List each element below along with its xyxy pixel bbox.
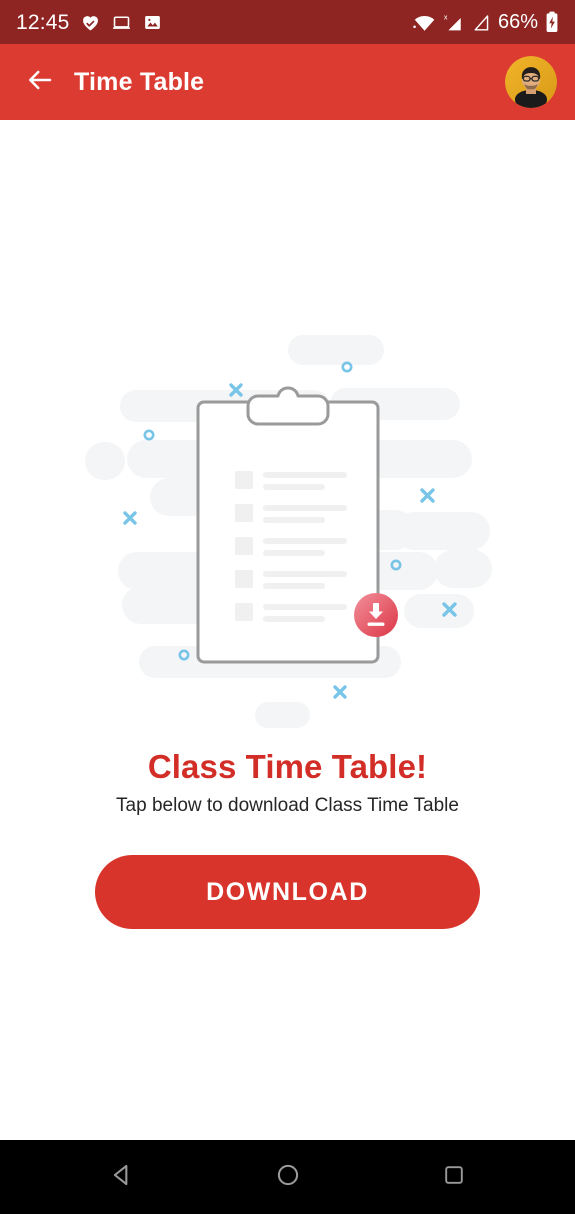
back-button[interactable] (18, 60, 62, 104)
image-icon (142, 12, 163, 33)
nav-home-button[interactable] (264, 1153, 312, 1201)
nav-back-button[interactable] (98, 1153, 146, 1201)
wifi-icon (413, 12, 435, 32)
heart-check-icon (80, 12, 101, 33)
cellular-signal-icon (471, 12, 491, 32)
clipboard-download-illustration (0, 330, 575, 750)
download-badge (354, 593, 398, 637)
android-nav-bar (0, 1140, 575, 1214)
square-icon (442, 1163, 466, 1192)
cellular-no-sim-icon: x (442, 12, 464, 32)
headline-text: Class Time Table! (147, 748, 428, 785)
app-bar: Time Table (0, 44, 575, 120)
laptop-icon (111, 12, 132, 33)
status-bar: 12:45 x 66% (0, 0, 575, 44)
svg-text:x: x (444, 13, 448, 22)
avatar[interactable] (505, 56, 557, 108)
subtitle-text: Tap below to download Class Time Table (116, 795, 459, 816)
battery-percent-label: 66% (497, 11, 538, 33)
battery-charging-icon (545, 11, 559, 33)
circle-icon (275, 1162, 301, 1193)
nav-recents-button[interactable] (430, 1153, 478, 1201)
triangle-left-icon (109, 1162, 135, 1193)
status-bar-left: 12:45 (16, 12, 413, 33)
page-title: Time Table (74, 67, 205, 96)
phone-screen: 12:45 x 66% Time Table Class Time Table!… (0, 0, 575, 1214)
arrow-left-icon (25, 65, 55, 100)
status-clock: 12:45 (16, 10, 70, 34)
download-button[interactable]: DOWNLOAD (95, 855, 480, 929)
main-content: Class Time Table! Tap below to download … (0, 120, 575, 1140)
status-bar-right: x 66% (413, 11, 559, 33)
